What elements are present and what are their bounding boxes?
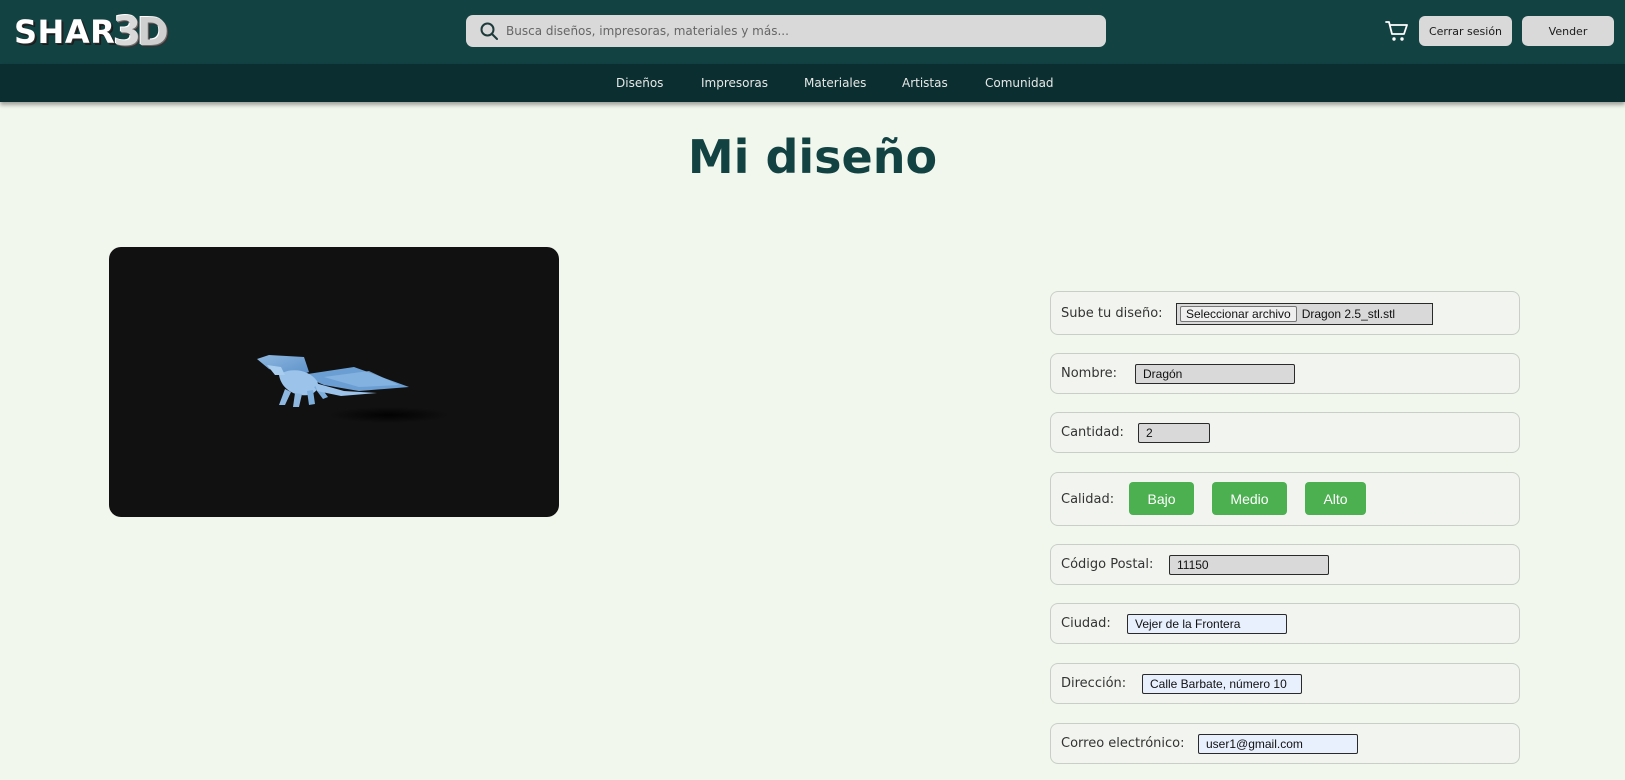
quality-low-button[interactable]: Bajo	[1129, 482, 1194, 515]
postal-code-row: Código Postal: 11150	[1050, 544, 1520, 585]
logout-button[interactable]: Cerrar sesión	[1419, 16, 1512, 46]
nav-item-artistas[interactable]: Artistas	[902, 76, 948, 90]
postal-code-label: Código Postal:	[1061, 557, 1154, 572]
city-input[interactable]: Vejer de la Frontera	[1127, 614, 1287, 634]
upload-row: Sube tu diseño: Seleccionar archivo Drag…	[1050, 291, 1520, 335]
file-input[interactable]: Seleccionar archivo Dragon 2.5_stl.stl	[1176, 303, 1433, 325]
email-input[interactable]: user1@gmail.com	[1198, 734, 1358, 754]
cart-icon[interactable]	[1385, 19, 1409, 43]
nav-item-disenos[interactable]: Diseños	[616, 76, 663, 90]
name-input[interactable]: Dragón	[1135, 364, 1295, 384]
quality-row: Calidad: Bajo Medio Alto	[1050, 472, 1520, 526]
select-file-button[interactable]: Seleccionar archivo	[1180, 306, 1297, 322]
name-label: Nombre:	[1061, 366, 1118, 381]
top-header: SHAR3D Cerrar sesión Vender	[0, 0, 1625, 64]
quality-medium-button[interactable]: Medio	[1212, 482, 1287, 515]
logo[interactable]: SHAR 3 D	[14, 8, 169, 56]
page-title: Mi diseño	[687, 130, 938, 184]
address-label: Dirección:	[1061, 676, 1127, 691]
search-input[interactable]	[506, 24, 1086, 38]
main-nav: Diseños Impresoras Materiales Artistas C…	[0, 64, 1625, 102]
logo-text-shar: SHAR	[14, 13, 116, 51]
nav-item-materiales[interactable]: Materiales	[804, 76, 866, 90]
quantity-label: Cantidad:	[1061, 425, 1124, 440]
model-viewer[interactable]	[109, 247, 559, 517]
email-row: Correo electrónico: user1@gmail.com	[1050, 723, 1520, 764]
dragon-model-preview	[257, 355, 449, 423]
logo-text-d: D	[137, 10, 169, 54]
nav-item-impresoras[interactable]: Impresoras	[701, 76, 768, 90]
sell-button[interactable]: Vender	[1522, 16, 1614, 46]
upload-label: Sube tu diseño:	[1061, 305, 1163, 321]
address-row: Dirección: Calle Barbate, número 10	[1050, 663, 1520, 704]
postal-code-input[interactable]: 11150	[1169, 555, 1329, 575]
email-label: Correo electrónico:	[1061, 736, 1185, 751]
file-name: Dragon 2.5_stl.stl	[1301, 307, 1396, 321]
quality-label: Calidad:	[1061, 491, 1115, 507]
quality-high-button[interactable]: Alto	[1305, 482, 1366, 515]
quantity-input[interactable]: 2	[1138, 423, 1210, 443]
name-row: Nombre: Dragón	[1050, 353, 1520, 394]
search-icon	[480, 22, 498, 40]
quantity-row: Cantidad: 2	[1050, 412, 1520, 453]
city-label: Ciudad:	[1061, 616, 1111, 631]
city-row: Ciudad: Vejer de la Frontera	[1050, 603, 1520, 644]
nav-item-comunidad[interactable]: Comunidad	[985, 76, 1054, 90]
address-input[interactable]: Calle Barbate, número 10	[1142, 674, 1302, 694]
search-bar[interactable]	[466, 15, 1106, 47]
